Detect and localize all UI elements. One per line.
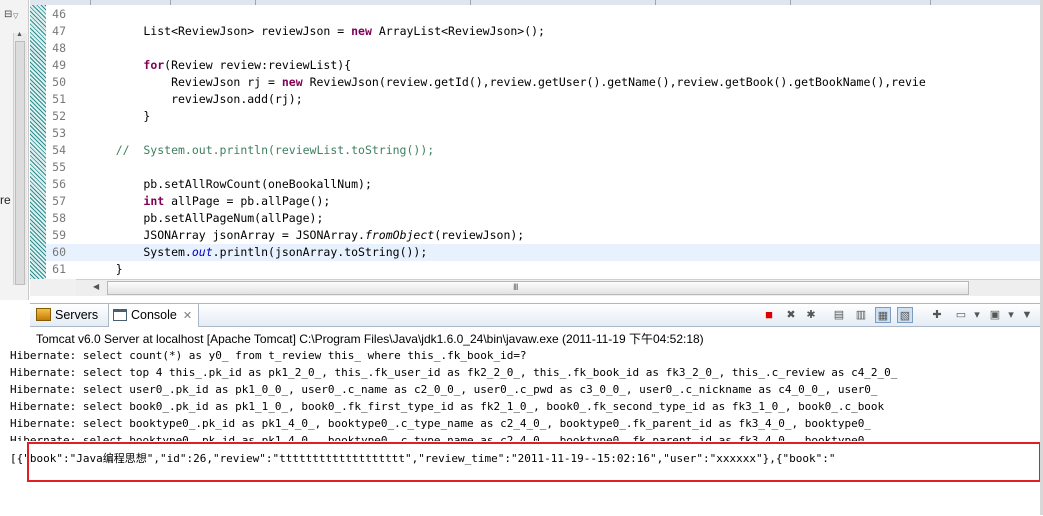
line-number: 47 xyxy=(52,24,66,38)
code-line[interactable]: 52 } xyxy=(46,108,1043,125)
code-line[interactable]: 59 JSONArray jsonArray = JSONArray.fromO… xyxy=(46,227,1043,244)
code-text: JSONArray jsonArray = JSONArray.fromObje… xyxy=(88,228,525,242)
console-output-line[interactable]: Hibernate: select booktype0_.pk_id as pk… xyxy=(10,432,871,441)
tab-label: Servers xyxy=(55,308,99,322)
code-text: // System.out.println(reviewList.toStrin… xyxy=(88,143,435,157)
view-tab-bar: Servers Console ✕ ■ ✖ ✱ ▤ ▥ ▦ ▧ ✚ ▭ ▾ ▣ ▾… xyxy=(30,304,1043,327)
tab-console[interactable]: Console ✕ xyxy=(108,304,200,327)
word-wrap-icon[interactable]: ▦ xyxy=(875,307,891,323)
collapse-all-icon[interactable]: ⊟ xyxy=(4,9,12,20)
code-text: pb.setAllRowCount(oneBookallNum); xyxy=(88,177,372,191)
code-text: reviewJson.add(rj); xyxy=(88,92,303,106)
code-line[interactable]: 56 pb.setAllRowCount(oneBookallNum); xyxy=(46,176,1043,193)
view-menu-icon[interactable]: ▽ xyxy=(13,12,18,20)
code-text: pb.setAllPageNum(allPage); xyxy=(88,211,324,225)
line-number: 54 xyxy=(52,143,66,157)
code-line[interactable]: 60 System.out.println(jsonArray.toString… xyxy=(46,244,1043,261)
line-number: 50 xyxy=(52,75,66,89)
line-number: 60 xyxy=(52,245,66,259)
console-output-line[interactable]: Hibernate: select count(*) as y0_ from t… xyxy=(10,347,527,364)
line-number: 51 xyxy=(52,92,66,106)
line-number: 56 xyxy=(52,177,66,191)
tab-label: Console xyxy=(131,308,177,322)
overview-ruler xyxy=(30,5,46,279)
code-line[interactable]: 53 xyxy=(46,125,1043,142)
line-number: 52 xyxy=(52,109,66,123)
annotation-highlight-box xyxy=(27,442,1041,482)
display-selected-icon[interactable]: ▭ xyxy=(953,307,969,323)
console-icon xyxy=(113,308,127,321)
console-output-line[interactable]: Hibernate: select user0_.pk_id as pk1_0_… xyxy=(10,381,878,398)
left-vertical-scrollbar[interactable]: ▲ xyxy=(13,31,27,285)
scrollbar-thumb[interactable]: III xyxy=(107,281,969,295)
code-text: } xyxy=(88,262,123,276)
line-number: 53 xyxy=(52,126,66,140)
code-line[interactable]: 54 // System.out.println(reviewList.toSt… xyxy=(46,142,1043,159)
open-console-icon[interactable]: ▣ xyxy=(987,307,1003,323)
code-text: for(Review review:reviewList){ xyxy=(143,58,352,72)
line-number: 49 xyxy=(52,58,66,72)
scroll-up-arrow-icon[interactable]: ▲ xyxy=(16,31,23,38)
scrollbar-grip: III xyxy=(513,282,518,292)
line-number: 59 xyxy=(52,228,66,242)
code-line[interactable]: 57 int allPage = pb.allPage(); xyxy=(46,193,1043,210)
code-text: ReviewJson rj = new ReviewJson(review.ge… xyxy=(88,75,926,89)
code-line[interactable]: 51 reviewJson.add(rj); xyxy=(46,91,1043,108)
dropdown-icon[interactable]: ▾ xyxy=(1003,307,1019,323)
line-number: 57 xyxy=(52,194,66,208)
code-line[interactable]: 55 xyxy=(46,159,1043,176)
process-label: Tomcat v6.0 Server at localhost [Apache … xyxy=(36,332,704,346)
code-text: } xyxy=(88,109,151,123)
scroll-lock-icon[interactable]: ▥ xyxy=(853,307,869,323)
dropdown-icon[interactable]: ▾ xyxy=(969,307,985,323)
remove-launch-icon[interactable]: ✖ xyxy=(783,307,799,323)
scroll-left-arrow-icon[interactable]: ◀ xyxy=(93,282,99,291)
code-text: System.out.println(jsonArray.toString())… xyxy=(88,245,428,259)
editor-horizontal-scrollbar[interactable]: ◀ III xyxy=(76,279,1043,296)
code-line[interactable]: 49 for(Review review:reviewList){ xyxy=(46,57,1043,74)
code-line[interactable]: 50 ReviewJson rj = new ReviewJson(review… xyxy=(46,74,1043,91)
view-menu-icon[interactable]: ▼ xyxy=(1019,307,1035,323)
code-text: int allPage = pb.allPage(); xyxy=(143,194,331,208)
scrollbar-thumb[interactable] xyxy=(15,41,25,285)
pin-console-icon[interactable]: ✚ xyxy=(929,307,945,323)
servers-icon xyxy=(36,308,51,322)
line-number: 48 xyxy=(52,41,66,55)
console-output-line[interactable]: Hibernate: select book0_.pk_id as pk1_1_… xyxy=(10,398,884,415)
show-on-output-icon[interactable]: ▧ xyxy=(897,307,913,323)
line-number: 61 xyxy=(52,262,66,276)
tree-item-fragment[interactable]: re xyxy=(0,193,11,207)
editor-scrollbar-corner xyxy=(30,279,76,296)
line-number: 55 xyxy=(52,160,66,174)
console-toolbar: ■ ✖ ✱ ▤ ▥ ▦ ▧ ✚ ▭ ▾ ▣ ▾ ▼ xyxy=(761,307,1032,324)
terminate-icon[interactable]: ■ xyxy=(761,307,777,323)
line-number: 58 xyxy=(52,211,66,225)
code-line[interactable]: 47 List<ReviewJson> reviewJson = new Arr… xyxy=(46,23,1043,40)
console-output-line[interactable]: Hibernate: select top 4 this_.pk_id as p… xyxy=(10,364,897,381)
code-editor[interactable]: 46 47 List<ReviewJson> reviewJson = new A… xyxy=(30,5,1043,279)
close-icon[interactable]: ✕ xyxy=(183,310,192,322)
line-number: 46 xyxy=(52,7,66,21)
tab-servers[interactable]: Servers xyxy=(36,304,98,326)
clear-console-icon[interactable]: ▤ xyxy=(831,307,847,323)
code-line[interactable]: 58 pb.setAllPageNum(allPage); xyxy=(46,210,1043,227)
code-line[interactable]: 48 xyxy=(46,40,1043,57)
remove-all-icon[interactable]: ✱ xyxy=(803,307,819,323)
code-line[interactable]: 61 } xyxy=(46,261,1043,278)
console-output-line[interactable]: Hibernate: select booktype0_.pk_id as pk… xyxy=(10,415,871,432)
code-line[interactable]: 46 xyxy=(46,6,1043,23)
code-text: List<ReviewJson> reviewJson = new ArrayL… xyxy=(88,24,545,38)
